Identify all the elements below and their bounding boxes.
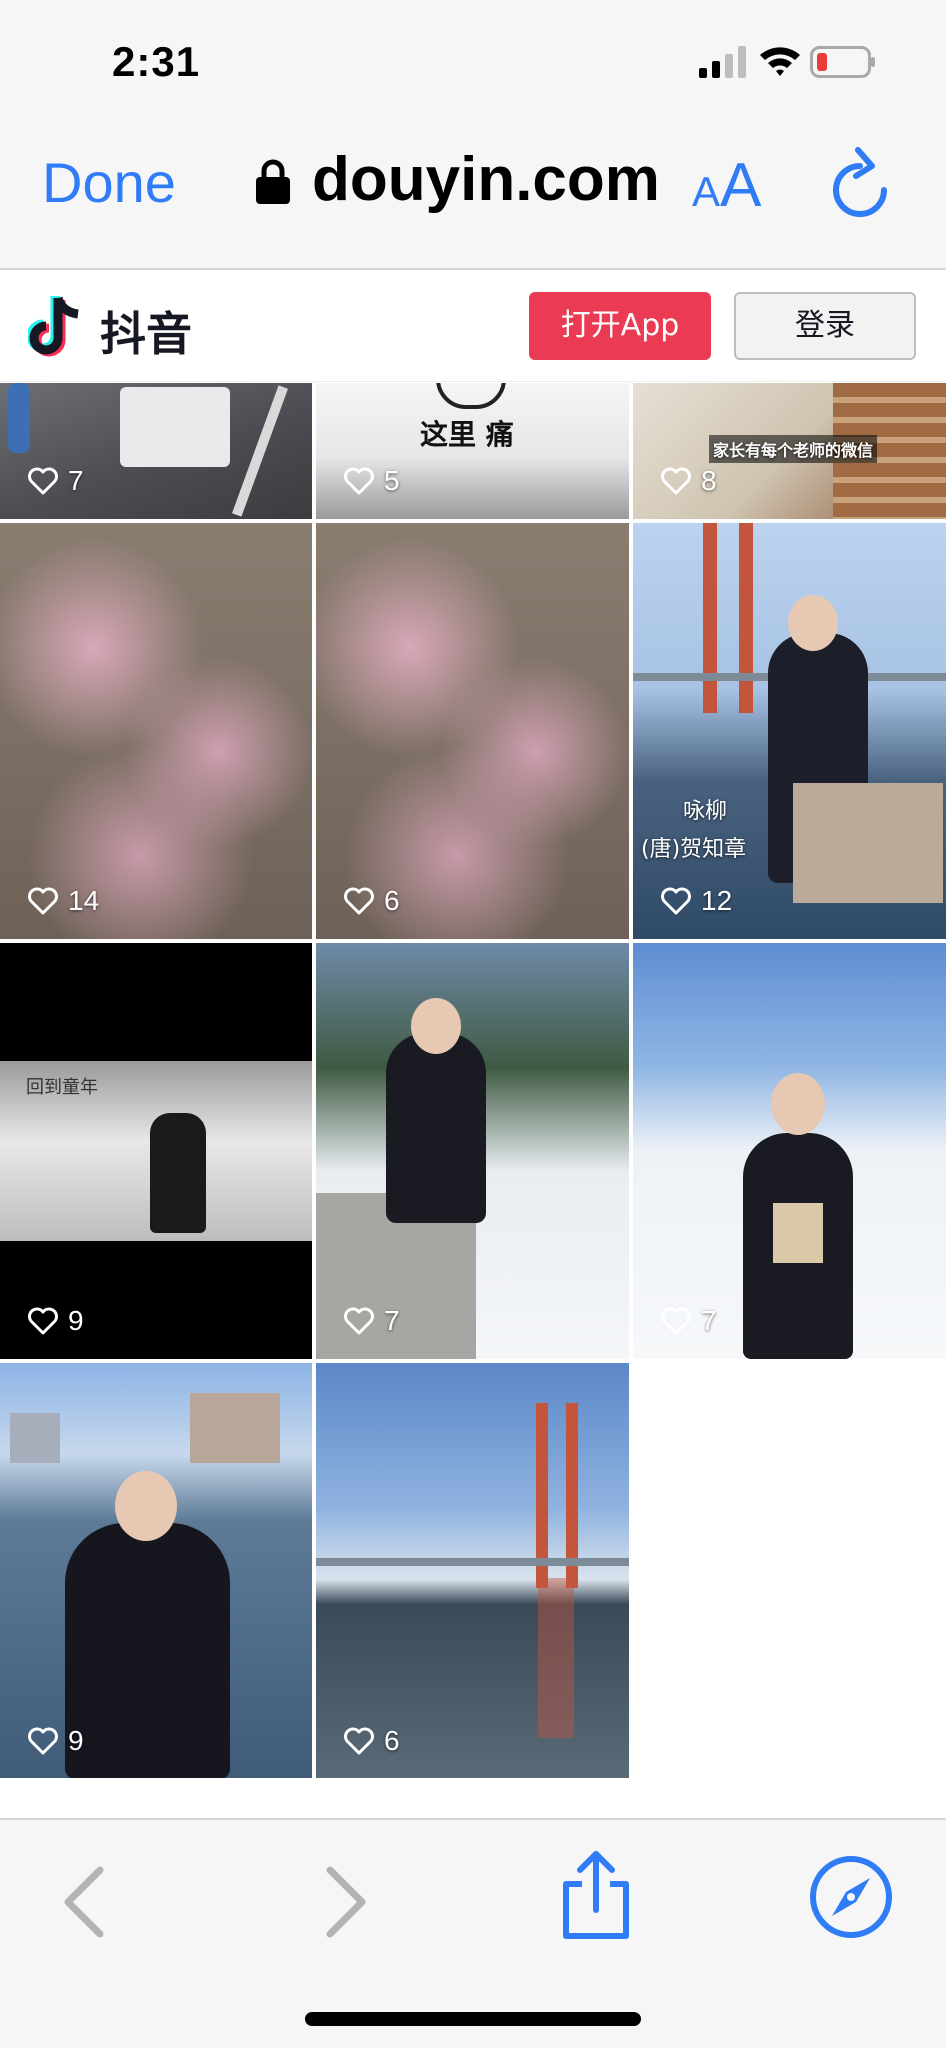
video-caption: 家长有每个老师的微信 — [709, 435, 878, 463]
like-count: 9 — [28, 1725, 84, 1757]
child-face — [771, 1073, 825, 1135]
bridge-reflection — [538, 1578, 574, 1738]
truck-shape — [120, 387, 230, 467]
video-tile[interactable]: 9 — [0, 1363, 312, 1778]
child-figure — [386, 1033, 486, 1223]
video-caption: 回到童年 — [26, 1077, 98, 1098]
like-count: 7 — [661, 1305, 717, 1337]
home-indicator[interactable] — [305, 2012, 641, 2026]
wifi-icon — [760, 47, 800, 76]
like-count: 8 — [661, 465, 717, 497]
like-count: 14 — [28, 885, 99, 917]
person-shape — [8, 383, 30, 453]
heart-icon — [344, 467, 374, 495]
building-shape — [190, 1393, 280, 1463]
video-tile[interactable]: 6 — [316, 523, 629, 939]
status-bar: 2:31 — [0, 0, 946, 120]
child-face — [788, 595, 838, 651]
video-caption: 咏柳 — [683, 799, 728, 824]
video-tile[interactable]: 回到童年 9 — [0, 943, 312, 1359]
video-caption-secondary: (唐)贺知章 — [641, 837, 747, 862]
video-tile[interactable]: 14 — [0, 523, 312, 939]
bridge-deck — [316, 1558, 629, 1566]
heart-icon — [28, 1727, 58, 1755]
building-shape — [10, 1413, 60, 1463]
video-tile[interactable]: 7 — [633, 943, 946, 1359]
reader-text-size-button[interactable]: AA — [692, 150, 761, 221]
share-icon[interactable] — [556, 1848, 636, 1942]
heart-icon — [28, 1307, 58, 1335]
like-count: 9 — [28, 1305, 84, 1337]
like-count: 6 — [344, 1725, 400, 1757]
book-shape — [773, 1203, 823, 1263]
child-face — [115, 1471, 177, 1541]
douyin-app-name: 抖音 — [100, 307, 192, 361]
video-tile[interactable]: 7 — [0, 383, 312, 519]
stone-block — [793, 783, 943, 903]
browser-toolbar — [0, 1818, 946, 2048]
video-tile[interactable]: 咏柳 (唐)贺知章 12 — [633, 523, 946, 939]
heart-icon — [661, 467, 691, 495]
video-grid: 7 这里 痛 5 家长有每个老师的微信 8 14 6 咏柳 (唐)贺知章 12 … — [0, 383, 946, 1778]
like-count: 7 — [344, 1305, 400, 1337]
done-button[interactable]: Done — [42, 150, 176, 215]
heart-icon — [344, 887, 374, 915]
heart-icon — [28, 887, 58, 915]
heart-icon — [661, 887, 691, 915]
child-figure — [150, 1113, 206, 1233]
heart-icon — [28, 467, 58, 495]
lock-icon — [256, 159, 290, 204]
video-tile[interactable]: 这里 痛 5 — [316, 383, 629, 519]
screen: 2:31 Done douyin.com AA 抖音 打开App 登录 7 这里… — [0, 0, 946, 2048]
video-tile[interactable]: 6 — [316, 1363, 629, 1778]
child-figure — [65, 1523, 230, 1778]
video-caption: 这里 痛 — [420, 418, 514, 451]
open-app-button[interactable]: 打开App — [529, 292, 711, 360]
road-line — [232, 385, 288, 517]
battery-low-icon — [810, 46, 875, 78]
browser-address-bar: Done douyin.com AA — [0, 120, 946, 270]
aa-big-letter: A — [720, 151, 762, 220]
like-count: 5 — [344, 465, 400, 497]
douyin-header: 抖音 打开App 登录 — [0, 272, 946, 382]
status-time: 2:31 — [112, 38, 201, 85]
like-count: 12 — [661, 885, 732, 917]
back-arrow-icon[interactable] — [62, 1866, 106, 1938]
reload-icon[interactable] — [828, 146, 892, 222]
bridge-tower — [703, 523, 717, 713]
heart-icon — [344, 1727, 374, 1755]
login-button[interactable]: 登录 — [734, 292, 916, 360]
video-tile[interactable]: 家长有每个老师的微信 8 — [633, 383, 946, 519]
douyin-logo-icon — [28, 296, 79, 357]
cartoon-shape — [436, 383, 506, 409]
compass-icon[interactable] — [808, 1854, 894, 1940]
video-tile[interactable]: 7 — [316, 943, 629, 1359]
bridge-tower — [739, 523, 753, 713]
child-face — [411, 998, 461, 1054]
cellular-signal-icon — [699, 46, 746, 78]
like-count: 6 — [344, 885, 400, 917]
like-count: 7 — [28, 465, 84, 497]
heart-icon — [661, 1307, 691, 1335]
heart-icon — [344, 1307, 374, 1335]
aa-small-letter: A — [692, 168, 721, 215]
forward-arrow-icon[interactable] — [324, 1866, 368, 1938]
url-domain[interactable]: douyin.com — [312, 144, 660, 215]
